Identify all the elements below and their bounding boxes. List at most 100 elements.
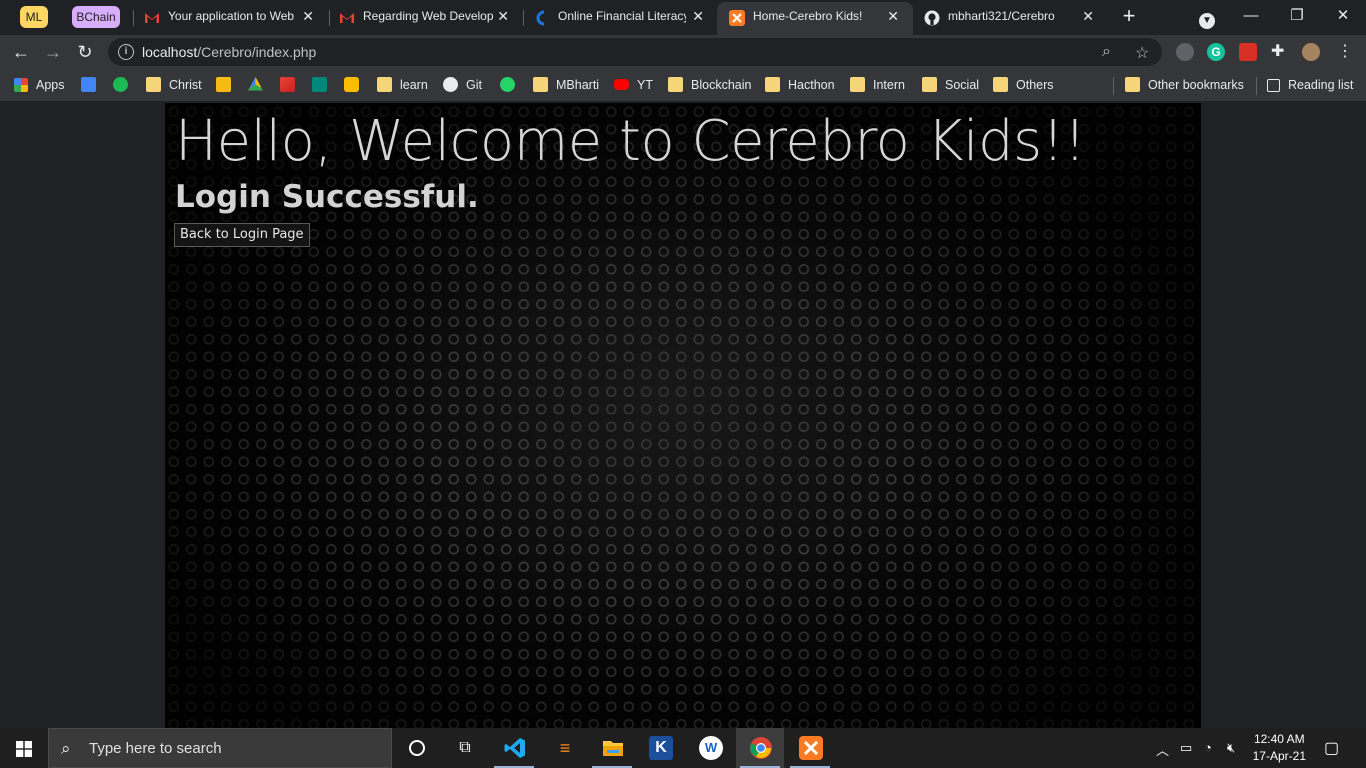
bookmark-social[interactable]: Social — [922, 75, 979, 95]
bookmark-classroom[interactable] — [216, 75, 239, 95]
bookmark-mbharti[interactable]: MBharti — [533, 75, 599, 95]
bookmark-separator — [1256, 77, 1257, 95]
tab-your-application[interactable]: Your application to Web ✕ — [132, 2, 328, 35]
classroom-icon — [81, 77, 96, 92]
tab-search-button[interactable]: ▼ — [1184, 0, 1230, 32]
volume-muted-icon[interactable]: 🔇︎ — [1227, 740, 1235, 756]
bookmark-meet[interactable] — [312, 75, 335, 95]
folder-icon — [922, 77, 937, 92]
close-icon[interactable]: ✕ — [1082, 2, 1094, 31]
menu-kebab-icon[interactable]: ⋮ — [1336, 43, 1354, 61]
taskbar-w-app[interactable]: W — [686, 728, 734, 768]
page-viewport: Hello, Welcome to Cerebro Kids!! Login S… — [0, 103, 1366, 728]
browser-toolbar: ← → ↻ i localhost/Cerebro/index.php ⌕ ☆ … — [0, 35, 1366, 69]
grammarly-icon[interactable]: G — [1207, 43, 1225, 61]
tab-group-ml[interactable]: ML — [20, 6, 48, 28]
folder-icon — [668, 77, 683, 92]
tab-title: Online Financial Literacy — [558, 9, 686, 23]
avatar[interactable] — [1302, 43, 1320, 61]
tab-github-cerebro[interactable]: mbharti321/Cerebro ✕ — [912, 2, 1108, 35]
folder-icon — [765, 77, 780, 92]
close-icon[interactable]: ✕ — [887, 2, 899, 31]
k-app-icon: K — [649, 736, 673, 760]
taskbar-vscode[interactable] — [490, 728, 538, 768]
reading-list-icon — [1267, 79, 1280, 92]
forward-arrow-icon[interactable]: → — [40, 39, 66, 65]
page-title: Hello, Welcome to Cerebro Kids!! — [175, 109, 1086, 174]
address-bar[interactable]: i localhost/Cerebro/index.php ⌕ ☆ — [108, 38, 1162, 66]
folder-icon — [377, 77, 392, 92]
classroom-icon — [216, 77, 231, 92]
bookmark-label: Others — [1016, 78, 1054, 92]
battery-icon[interactable]: ▭ — [1180, 740, 1192, 756]
bookmark-hacthon[interactable]: Hacthon — [765, 75, 835, 95]
bookmark-spotify[interactable] — [113, 75, 136, 95]
puzzle-icon[interactable]: ✚ — [1271, 43, 1289, 61]
taskbar-xampp[interactable] — [786, 728, 834, 768]
bookmark-git[interactable]: Git — [443, 75, 482, 95]
notification-icon[interactable]: ▢ — [1324, 738, 1339, 758]
show-hidden-icons-chevron[interactable]: ︿ — [1156, 740, 1169, 759]
gmail-icon — [145, 13, 159, 23]
youtube-icon — [614, 79, 629, 90]
close-icon[interactable]: ✕ — [497, 2, 509, 31]
folder-icon — [146, 77, 161, 92]
taskbar-k-app[interactable]: K — [636, 728, 684, 768]
clock-date: 17-Apr-21 — [1252, 749, 1306, 763]
bookmark-whatsapp[interactable] — [500, 75, 523, 95]
bookmark-others[interactable]: Others — [993, 75, 1054, 95]
reload-icon[interactable]: ↻ — [72, 39, 98, 65]
tab-home-cerebro[interactable]: Home-Cerebro Kids! ✕ — [717, 2, 913, 35]
new-tab-button[interactable]: + — [1106, 0, 1152, 32]
bookmark-drive[interactable] — [248, 75, 271, 95]
close-icon[interactable]: ✕ — [692, 2, 704, 31]
back-to-login-button[interactable]: Back to Login Page — [174, 223, 310, 247]
tab-online-financial[interactable]: Online Financial Literacy ✕ — [522, 2, 718, 35]
cortana-button[interactable] — [392, 728, 440, 768]
minimize-button[interactable]: — — [1228, 0, 1274, 32]
gmail-icon — [280, 77, 295, 92]
gmail-icon — [340, 13, 354, 23]
system-clock[interactable]: 12:40 AM 17-Apr-21 — [1253, 731, 1306, 765]
apps-grid-icon — [14, 78, 28, 92]
taskbar-chrome[interactable] — [736, 728, 784, 768]
back-arrow-icon[interactable]: ← — [8, 39, 34, 65]
bookmark-intern[interactable]: Intern — [850, 75, 905, 95]
clock-time: 12:40 AM — [1253, 732, 1305, 746]
github-icon — [443, 77, 458, 92]
tab-title: Regarding Web Develop — [363, 9, 493, 23]
w-app-icon: W — [699, 736, 723, 760]
close-window-button[interactable]: ✕ — [1320, 0, 1366, 32]
bookmark-label: MBharti — [556, 78, 600, 92]
bookmark-label: Hacthon — [788, 78, 835, 92]
bookmark-christ[interactable]: Christ — [146, 75, 202, 95]
bookmark-gmail[interactable] — [280, 75, 303, 95]
bookmark-keep[interactable] — [344, 75, 367, 95]
start-button[interactable] — [0, 728, 48, 768]
close-icon[interactable]: ✕ — [302, 2, 314, 31]
tab-regarding-web[interactable]: Regarding Web Develop ✕ — [327, 2, 523, 35]
bookmark-blockchain[interactable]: Blockchain — [668, 75, 751, 95]
taskbar-file-explorer[interactable] — [588, 728, 636, 768]
bookmarks-bar: Apps Christ learn Git MBharti YT Blockch… — [0, 69, 1366, 102]
wifi-icon[interactable]: ◔ — [1204, 740, 1212, 755]
search-placeholder: Type here to search — [89, 740, 222, 757]
taskbar-search-input[interactable]: ⌕ Type here to search — [48, 728, 392, 768]
info-icon[interactable]: i — [118, 44, 134, 60]
bookmark-other-bookmarks[interactable]: Other bookmarks — [1125, 75, 1244, 95]
bookmark-apps[interactable]: Apps — [14, 75, 65, 95]
url-text[interactable]: localhost/Cerebro/index.php — [142, 44, 316, 60]
bookmark-yt[interactable]: YT — [614, 75, 653, 95]
task-view-button[interactable]: ⧉ — [440, 728, 488, 768]
restore-button[interactable]: ❐ — [1274, 0, 1320, 32]
zoom-icon[interactable]: ⌕ — [1102, 43, 1111, 61]
extension-red-icon[interactable] — [1239, 43, 1257, 61]
extension-incognito-icon[interactable] — [1176, 43, 1194, 61]
tab-group-bchain[interactable]: BChain — [72, 6, 120, 28]
bookmark-gs[interactable] — [81, 75, 104, 95]
windows-taskbar: ⌕ Type here to search ⧉ ≡ K W ︿ ▭ ◔ 🔇︎ 1… — [0, 728, 1366, 768]
reading-list-button[interactable]: Reading list — [1267, 75, 1353, 95]
taskbar-eclipse[interactable]: ≡ — [540, 728, 588, 768]
bookmark-learn[interactable]: learn — [377, 75, 428, 95]
star-icon[interactable]: ☆ — [1135, 43, 1149, 63]
